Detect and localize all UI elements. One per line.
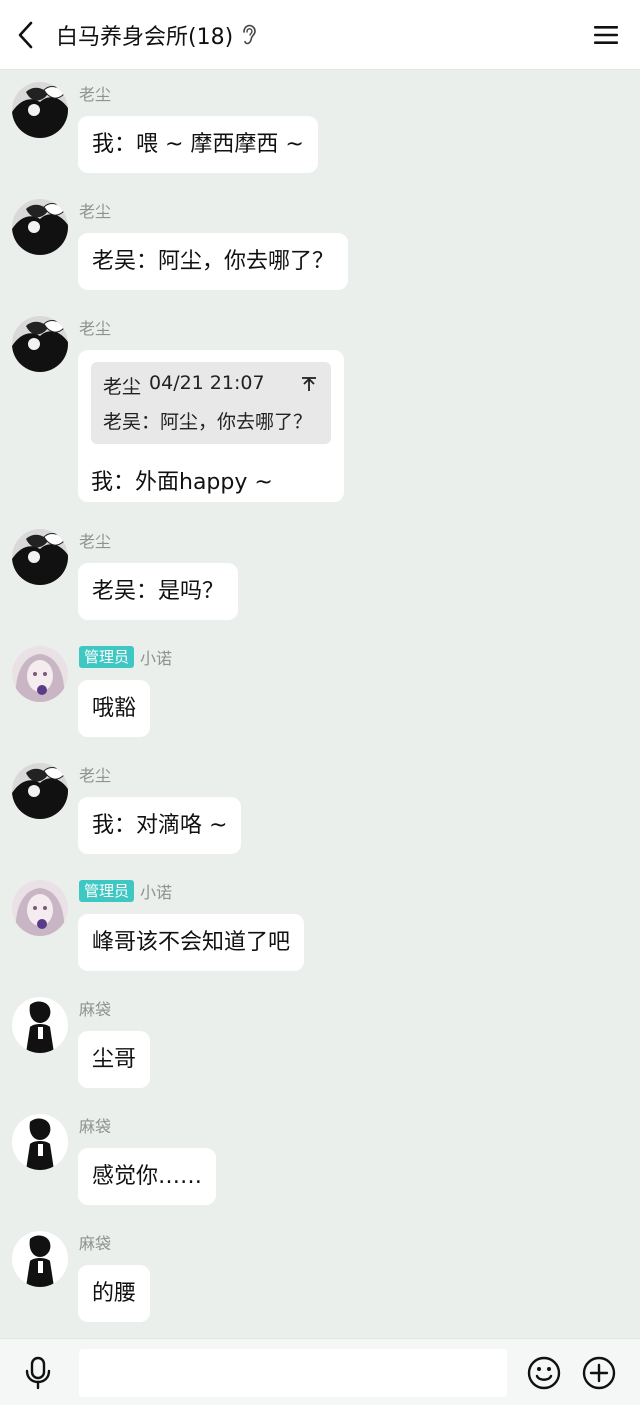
message-meta: 管理员 小诺 — [79, 880, 172, 902]
voice-button[interactable] — [18, 1353, 58, 1393]
message-meta: 老尘 — [79, 82, 111, 104]
message-bubble[interactable]: 的腰 — [78, 1265, 151, 1322]
message-bubble[interactable]: 老吴：阿尘，你去哪了？ — [78, 233, 349, 290]
avatar-xiaonuo[interactable] — [12, 880, 68, 936]
message-bubble[interactable]: 我：对滴咯 ~ — [78, 797, 242, 854]
message-meta: 麻袋 — [79, 1114, 111, 1136]
back-arrow-icon — [18, 21, 33, 48]
message-bubble[interactable]: 感觉你…… — [78, 1148, 217, 1205]
avatar-laochen[interactable] — [12, 529, 68, 585]
title-area: 白马养身会所(18) — [56, 19, 257, 51]
admin-badge: 管理员 — [79, 646, 135, 668]
avatar-madai[interactable] — [12, 1231, 68, 1287]
message-bubble[interactable]: 哦豁 — [78, 680, 151, 737]
emoji-button[interactable] — [524, 1353, 564, 1393]
message-meta: 麻袋 — [79, 997, 111, 1019]
sender-name: 老尘 — [79, 202, 112, 221]
message-input[interactable] — [79, 1349, 507, 1397]
menu-button[interactable] — [586, 15, 626, 55]
sender-name: 麻袋 — [79, 1117, 112, 1136]
message-bubble[interactable]: 老尘 04/21 21:07 老吴：阿尘，你去哪了？ 我：外面happy ~ — [78, 350, 344, 502]
quote-author: 老尘 — [103, 376, 142, 398]
message-meta: 老尘 — [79, 763, 111, 785]
message-bubble[interactable]: 尘哥 — [78, 1031, 151, 1088]
menu-icon — [594, 26, 618, 44]
avatar-laochen[interactable] — [12, 763, 68, 819]
sender-name: 老尘 — [79, 85, 112, 104]
ear-icon — [241, 24, 257, 46]
input-bar — [0, 1338, 640, 1405]
sender-name: 老尘 — [79, 319, 112, 338]
plus-icon — [582, 1356, 616, 1390]
avatar-laochen[interactable] — [12, 199, 68, 255]
back-button[interactable] — [0, 0, 52, 70]
sender-name: 小诺 — [140, 883, 173, 902]
chat-header: 白马养身会所(18) — [0, 0, 640, 70]
message-meta: 老尘 — [79, 199, 111, 221]
avatar-madai[interactable] — [12, 1114, 68, 1170]
emoji-icon — [527, 1356, 561, 1390]
sender-name: 麻袋 — [79, 1234, 112, 1253]
message-meta: 老尘 — [79, 316, 111, 338]
admin-badge: 管理员 — [79, 880, 135, 902]
sender-name: 老尘 — [79, 532, 112, 551]
more-button[interactable] — [579, 1353, 619, 1393]
quote-arrow-icon[interactable] — [299, 374, 319, 394]
message-meta: 麻袋 — [79, 1231, 111, 1253]
quote-time: 04/21 21:07 — [149, 372, 265, 394]
message-bubble[interactable]: 峰哥该不会知道了吧 — [78, 914, 305, 971]
quoted-message[interactable]: 老尘 04/21 21:07 老吴：阿尘，你去哪了？ — [91, 362, 331, 444]
chat-title: 白马养身会所(18) — [56, 24, 234, 50]
microphone-icon — [25, 1356, 51, 1390]
reply-text: 我：外面happy ~ — [91, 470, 273, 495]
avatar-laochen[interactable] — [12, 316, 68, 372]
avatar-madai[interactable] — [12, 997, 68, 1053]
message-list[interactable]: 老尘 我：喂 ~ 摩西摩西 ~ 老尘 老吴：阿尘，你去哪了？ 老尘 老尘 04/… — [0, 70, 640, 1338]
sender-name: 小诺 — [140, 649, 173, 668]
quote-text: 老吴：阿尘，你去哪了？ — [103, 411, 313, 433]
avatar-laochen[interactable] — [12, 82, 68, 138]
message-bubble[interactable]: 老吴：是吗？ — [78, 563, 239, 620]
sender-name: 老尘 — [79, 766, 112, 785]
message-meta: 老尘 — [79, 529, 111, 551]
sender-name: 麻袋 — [79, 1000, 112, 1019]
message-bubble[interactable]: 我：喂 ~ 摩西摩西 ~ — [78, 116, 318, 173]
message-meta: 管理员 小诺 — [79, 646, 172, 668]
quote-header: 老尘 04/21 21:07 — [103, 372, 319, 399]
avatar-xiaonuo[interactable] — [12, 646, 68, 702]
